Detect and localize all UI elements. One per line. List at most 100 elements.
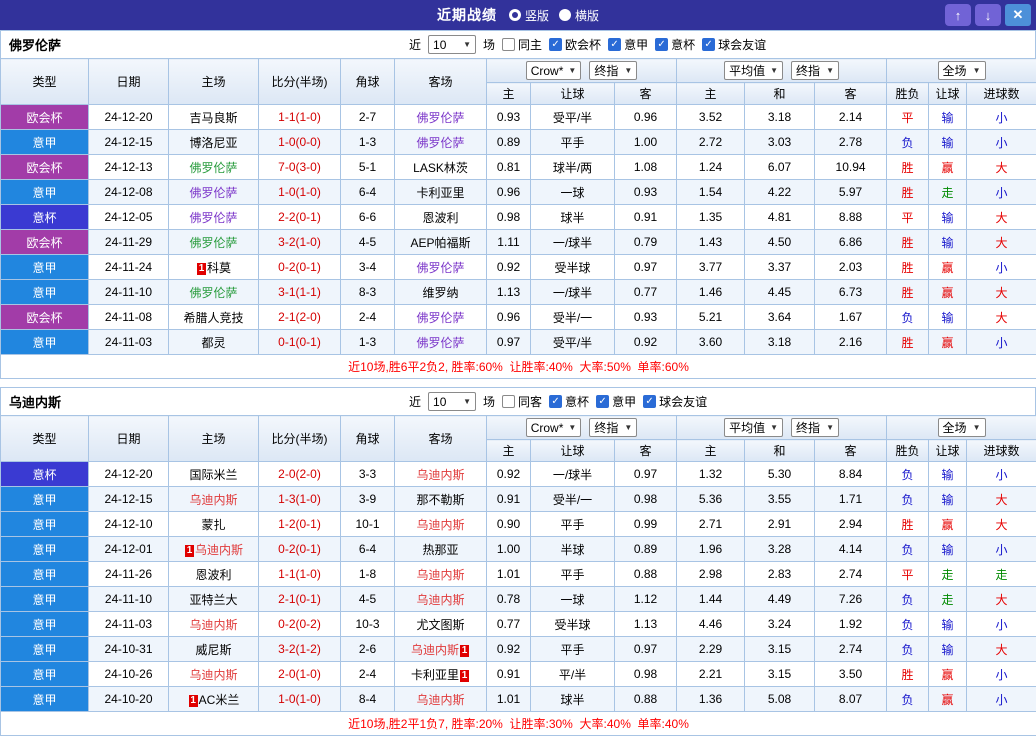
score-cell[interactable]: 2-2(0-1) [259,205,341,230]
score-cell[interactable]: 0-2(0-2) [259,612,341,637]
score-cell[interactable]: 3-2(1-2) [259,637,341,662]
away-team-cell[interactable]: 卡利亚里 [395,180,487,205]
home-team-cell[interactable]: 佛罗伦萨 [169,155,259,180]
away-team-cell[interactable]: 维罗纳 [395,280,487,305]
score-cell[interactable]: 1-0(0-0) [259,130,341,155]
home-team-cell[interactable]: 博洛尼亚 [169,130,259,155]
home-team-cell[interactable]: 佛罗伦萨 [169,205,259,230]
score-cell[interactable]: 2-1(0-1) [259,587,341,612]
avg-odds-select[interactable]: 平均值▼ [724,418,783,437]
filter-checkbox-checked[interactable]: ✓意杯 [549,393,589,410]
home-team-cell[interactable]: 佛罗伦萨 [169,230,259,255]
away-team-cell[interactable]: 那不勒斯 [395,487,487,512]
home-team-cell[interactable]: 乌迪内斯 [169,612,259,637]
team-name-text: 佛罗伦萨 [189,186,237,200]
handicap-line-cell: 半球 [531,537,615,562]
move-down-button[interactable]: ↓ [975,4,1001,26]
score-cell[interactable]: 1-1(1-0) [259,105,341,130]
home-team-cell[interactable]: 国际米兰 [169,462,259,487]
period-select[interactable]: 全场▼ [938,61,986,80]
score-cell[interactable]: 7-0(3-0) [259,155,341,180]
select-value: 终指 [594,62,618,79]
filters: 近10▼场同主✓欧会杯✓意甲✓意杯✓球会友谊 [409,35,766,54]
avg-home-odds-cell: 1.96 [677,537,745,562]
close-button[interactable]: ✕ [1005,4,1031,26]
score-cell[interactable]: 1-1(1-0) [259,562,341,587]
col-ah-result: 让球 [929,440,967,462]
home-team-cell[interactable]: 乌迪内斯 [169,662,259,687]
avg-away-odds-cell: 6.73 [815,280,887,305]
handicap-line-cell: 受平/半 [531,105,615,130]
period-select[interactable]: 全场▼ [938,418,986,437]
home-team-cell[interactable]: 佛罗伦萨 [169,180,259,205]
filter-checkbox-checked[interactable]: ✓意甲 [596,393,636,410]
home-team-cell[interactable]: 1科莫 [169,255,259,280]
home-team-cell[interactable]: 1乌迪内斯 [169,537,259,562]
away-team-cell[interactable]: 乌迪内斯 [395,562,487,587]
home-team-cell[interactable]: 希腊人竞技 [169,305,259,330]
away-team-cell[interactable]: 恩波利 [395,205,487,230]
handicap-time-select[interactable]: 终指▼ [589,418,637,437]
away-team-cell[interactable]: 佛罗伦萨 [395,130,487,155]
score-cell[interactable]: 1-0(1-0) [259,180,341,205]
away-team-cell[interactable]: LASK林茨 [395,155,487,180]
home-team-cell[interactable]: 佛罗伦萨 [169,280,259,305]
away-team-cell[interactable]: 佛罗伦萨 [395,305,487,330]
europe-time-select[interactable]: 终指▼ [791,61,839,80]
away-team-cell[interactable]: 乌迪内斯 [395,687,487,712]
away-team-cell[interactable]: 尤文图斯 [395,612,487,637]
away-team-cell[interactable]: 乌迪内斯1 [395,637,487,662]
filter-checkbox-checked[interactable]: ✓欧会杯 [549,36,601,53]
away-team-cell[interactable]: AEP帕福斯 [395,230,487,255]
avg-away-odds-cell: 1.92 [815,612,887,637]
score-cell[interactable]: 2-1(2-0) [259,305,341,330]
chevron-down-icon: ▼ [568,423,576,432]
score-cell[interactable]: 2-0(1-0) [259,662,341,687]
away-team-cell[interactable]: 佛罗伦萨 [395,255,487,280]
filter-checkbox-unchecked[interactable]: 同主 [502,36,542,53]
away-team-cell[interactable]: 佛罗伦萨 [395,105,487,130]
score-cell[interactable]: 1-0(1-0) [259,687,341,712]
score-cell[interactable]: 0-2(0-1) [259,537,341,562]
home-team-cell[interactable]: 恩波利 [169,562,259,587]
away-team-cell[interactable]: 乌迪内斯 [395,462,487,487]
corners-cell: 2-6 [341,637,395,662]
filter-checkbox-checked[interactable]: ✓意甲 [608,36,648,53]
score-cell[interactable]: 1-3(1-0) [259,487,341,512]
odds-company-select[interactable]: Crow*▼ [526,418,582,437]
avg-odds-select[interactable]: 平均值▼ [724,61,783,80]
match-count-select[interactable]: 10▼ [428,392,476,411]
home-team-cell[interactable]: 乌迪内斯 [169,487,259,512]
team-name-text: 亚特兰大 [189,593,237,607]
europe-time-select[interactable]: 终指▼ [791,418,839,437]
away-team-cell[interactable]: 卡利亚里1 [395,662,487,687]
away-team-cell[interactable]: 乌迪内斯 [395,587,487,612]
home-team-cell[interactable]: 蒙扎 [169,512,259,537]
corners-cell: 2-7 [341,105,395,130]
handicap-time-select[interactable]: 终指▼ [589,61,637,80]
move-up-button[interactable]: ↑ [945,4,971,26]
score-cell[interactable]: 0-1(0-1) [259,330,341,355]
odds-company-select[interactable]: Crow*▼ [526,61,582,80]
score-cell[interactable]: 3-1(1-1) [259,280,341,305]
away-team-cell[interactable]: 热那亚 [395,537,487,562]
home-team-cell[interactable]: 都灵 [169,330,259,355]
away-team-cell[interactable]: 佛罗伦萨 [395,330,487,355]
view-option-selected[interactable]: 竖版 [509,7,549,24]
home-team-cell[interactable]: 吉马良斯 [169,105,259,130]
away-team-cell[interactable]: 乌迪内斯 [395,512,487,537]
home-team-cell[interactable]: 威尼斯 [169,637,259,662]
score-cell[interactable]: 3-2(1-0) [259,230,341,255]
match-count-select[interactable]: 10▼ [428,35,476,54]
home-team-cell[interactable]: 1AC米兰 [169,687,259,712]
score-cell[interactable]: 0-2(0-1) [259,255,341,280]
filter-checkbox-unchecked[interactable]: 同客 [502,393,542,410]
filter-checkbox-checked[interactable]: ✓球会友谊 [702,36,766,53]
view-option[interactable]: 横版 [559,7,599,24]
home-team-cell[interactable]: 亚特兰大 [169,587,259,612]
score-cell[interactable]: 2-0(2-0) [259,462,341,487]
score-cell[interactable]: 1-2(0-1) [259,512,341,537]
filter-checkbox-checked[interactable]: ✓意杯 [655,36,695,53]
ah-away-odds-cell: 1.08 [615,155,677,180]
filter-checkbox-checked[interactable]: ✓球会友谊 [643,393,707,410]
